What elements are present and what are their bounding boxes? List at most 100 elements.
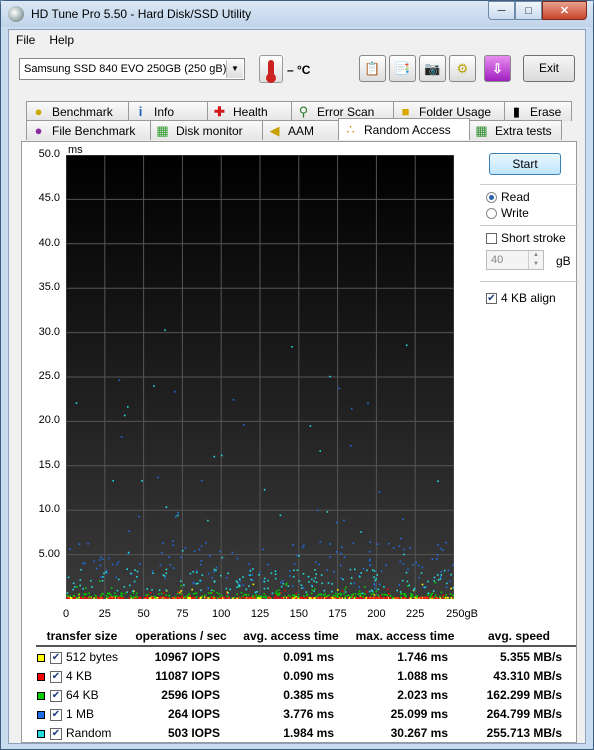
tab-health[interactable]: ✚ Health [207, 101, 292, 121]
col-avg-access: avg. access time [234, 627, 348, 647]
scatter-point [248, 563, 250, 565]
scatter-point [101, 580, 104, 582]
tab-random-access[interactable]: ∴ Random Access [338, 118, 470, 140]
scatter-point [424, 586, 426, 589]
scatter-point [423, 596, 426, 599]
series-checkbox[interactable]: ✔ [50, 651, 62, 664]
chevron-down-icon[interactable]: ▼ [226, 60, 243, 78]
x-tick-label: 225 [406, 608, 425, 620]
short-stroke-checkbox[interactable] [486, 233, 497, 244]
scatter-point [151, 589, 153, 591]
tab-benchmark[interactable]: ● Benchmark [26, 101, 129, 121]
scatter-point [398, 584, 401, 586]
scatter-point [118, 578, 120, 581]
menu-help[interactable]: Help [42, 30, 81, 50]
scatter-point [244, 597, 247, 599]
tab-file-benchmark[interactable]: ● File Benchmark [26, 120, 151, 140]
align-checkbox[interactable]: ✔ [486, 293, 497, 304]
scatter-point [383, 593, 385, 596]
scatter-point [389, 597, 392, 600]
scatter-point [436, 558, 438, 560]
tab-erase[interactable]: ▮ Erase [504, 101, 572, 121]
read-radio[interactable] [486, 192, 497, 203]
copy-screen-button[interactable]: 📑 [389, 55, 416, 82]
scatter-point [242, 423, 245, 426]
scatter-point [106, 597, 108, 600]
short-stroke-spinner[interactable]: 40 ▲ ▼ [486, 250, 544, 270]
menu-bar: File Help [9, 30, 585, 50]
scatter-point [267, 597, 269, 599]
scatter-point [354, 593, 357, 595]
scatter-point [124, 592, 127, 595]
copy-info-button[interactable]: 📋 [359, 55, 386, 82]
scatter-point [378, 597, 380, 600]
scatter-point [313, 580, 315, 582]
scatter-point [274, 570, 277, 572]
spin-down-icon[interactable]: ▼ [528, 260, 543, 269]
transfer-size-label: 4 KB [66, 669, 93, 683]
app-icon[interactable] [8, 6, 24, 22]
scatter-point [394, 596, 397, 599]
scatter-point [328, 597, 331, 599]
table-row: ✔ Random 503 IOPS 1.984 ms 30.267 ms 255.713 … [36, 723, 576, 742]
scatter-point [398, 545, 401, 547]
screenshot-button[interactable]: 📷 [419, 55, 446, 82]
scatter-point [303, 595, 305, 597]
scatter-point [377, 588, 380, 591]
scatter-point [126, 568, 128, 570]
scatter-point [263, 587, 266, 590]
bar-chart-icon: ▦ [156, 123, 169, 138]
close-button[interactable]: ✕ [542, 1, 587, 20]
scatter-point [180, 580, 182, 582]
scatter-point [259, 595, 261, 598]
scatter-point [176, 514, 179, 517]
series-checkbox[interactable]: ✔ [50, 670, 62, 683]
series-checkbox[interactable]: ✔ [50, 727, 62, 740]
scatter-point [95, 567, 98, 570]
scatter-point [401, 579, 404, 582]
exit-button[interactable]: Exit [523, 55, 575, 82]
x-tick-label: 175 [328, 608, 347, 620]
scatter-point [437, 544, 439, 546]
series-checkbox[interactable]: ✔ [50, 689, 62, 702]
x-tick-label: 75 [176, 608, 189, 620]
title-bar[interactable]: HD Tune Pro 5.50 - Hard Disk/SSD Utility… [1, 1, 593, 27]
scatter-point [367, 402, 369, 405]
spin-up-icon[interactable]: ▲ [528, 251, 543, 260]
scatter-point [101, 558, 104, 560]
toolbar: Samsung SSD 840 EVO 250GB (250 gB) ▼ – °… [9, 52, 585, 92]
col-transfer-size: transfer size [36, 627, 128, 647]
scatter-point [242, 584, 245, 586]
scatter-point [66, 592, 69, 594]
scatter-point [407, 568, 409, 571]
scatter-point [333, 570, 335, 573]
scatter-point [414, 596, 416, 599]
drive-select[interactable]: Samsung SSD 840 EVO 250GB (250 gB) ▼ [19, 58, 245, 80]
write-radio[interactable] [486, 208, 497, 219]
scatter-point [259, 571, 261, 574]
scatter-point [274, 577, 277, 580]
tab-disk-monitor[interactable]: ▦ Disk monitor [150, 120, 263, 140]
maximize-button[interactable]: □ [515, 1, 542, 20]
scatter-point [420, 597, 423, 600]
scatter-point [339, 564, 342, 567]
drive-select-value: Samsung SSD 840 EVO 250GB (250 gB) [24, 63, 227, 75]
series-checkbox[interactable]: ✔ [50, 708, 62, 721]
scatter-point [213, 570, 215, 573]
minimize-button[interactable]: ─ [488, 1, 515, 20]
options-button[interactable]: ⚙ [449, 55, 476, 82]
menu-file[interactable]: File [9, 30, 42, 50]
scatter-point [447, 569, 450, 572]
tab-extra-tests[interactable]: ▦ Extra tests [469, 120, 562, 140]
scatter-point [421, 583, 424, 586]
scatter-point [157, 597, 159, 599]
scatter-point [329, 375, 331, 378]
start-button[interactable]: Start [489, 153, 561, 175]
tab-info[interactable]: i Info [128, 101, 208, 121]
scatter-point [189, 572, 192, 575]
scatter-point [100, 594, 102, 597]
x-tick-label: 250gB [446, 608, 478, 620]
save-button[interactable]: ⇩ [484, 55, 511, 82]
trash-icon: ▮ [512, 104, 521, 119]
tab-aam[interactable]: ◀ AAM [262, 120, 339, 140]
